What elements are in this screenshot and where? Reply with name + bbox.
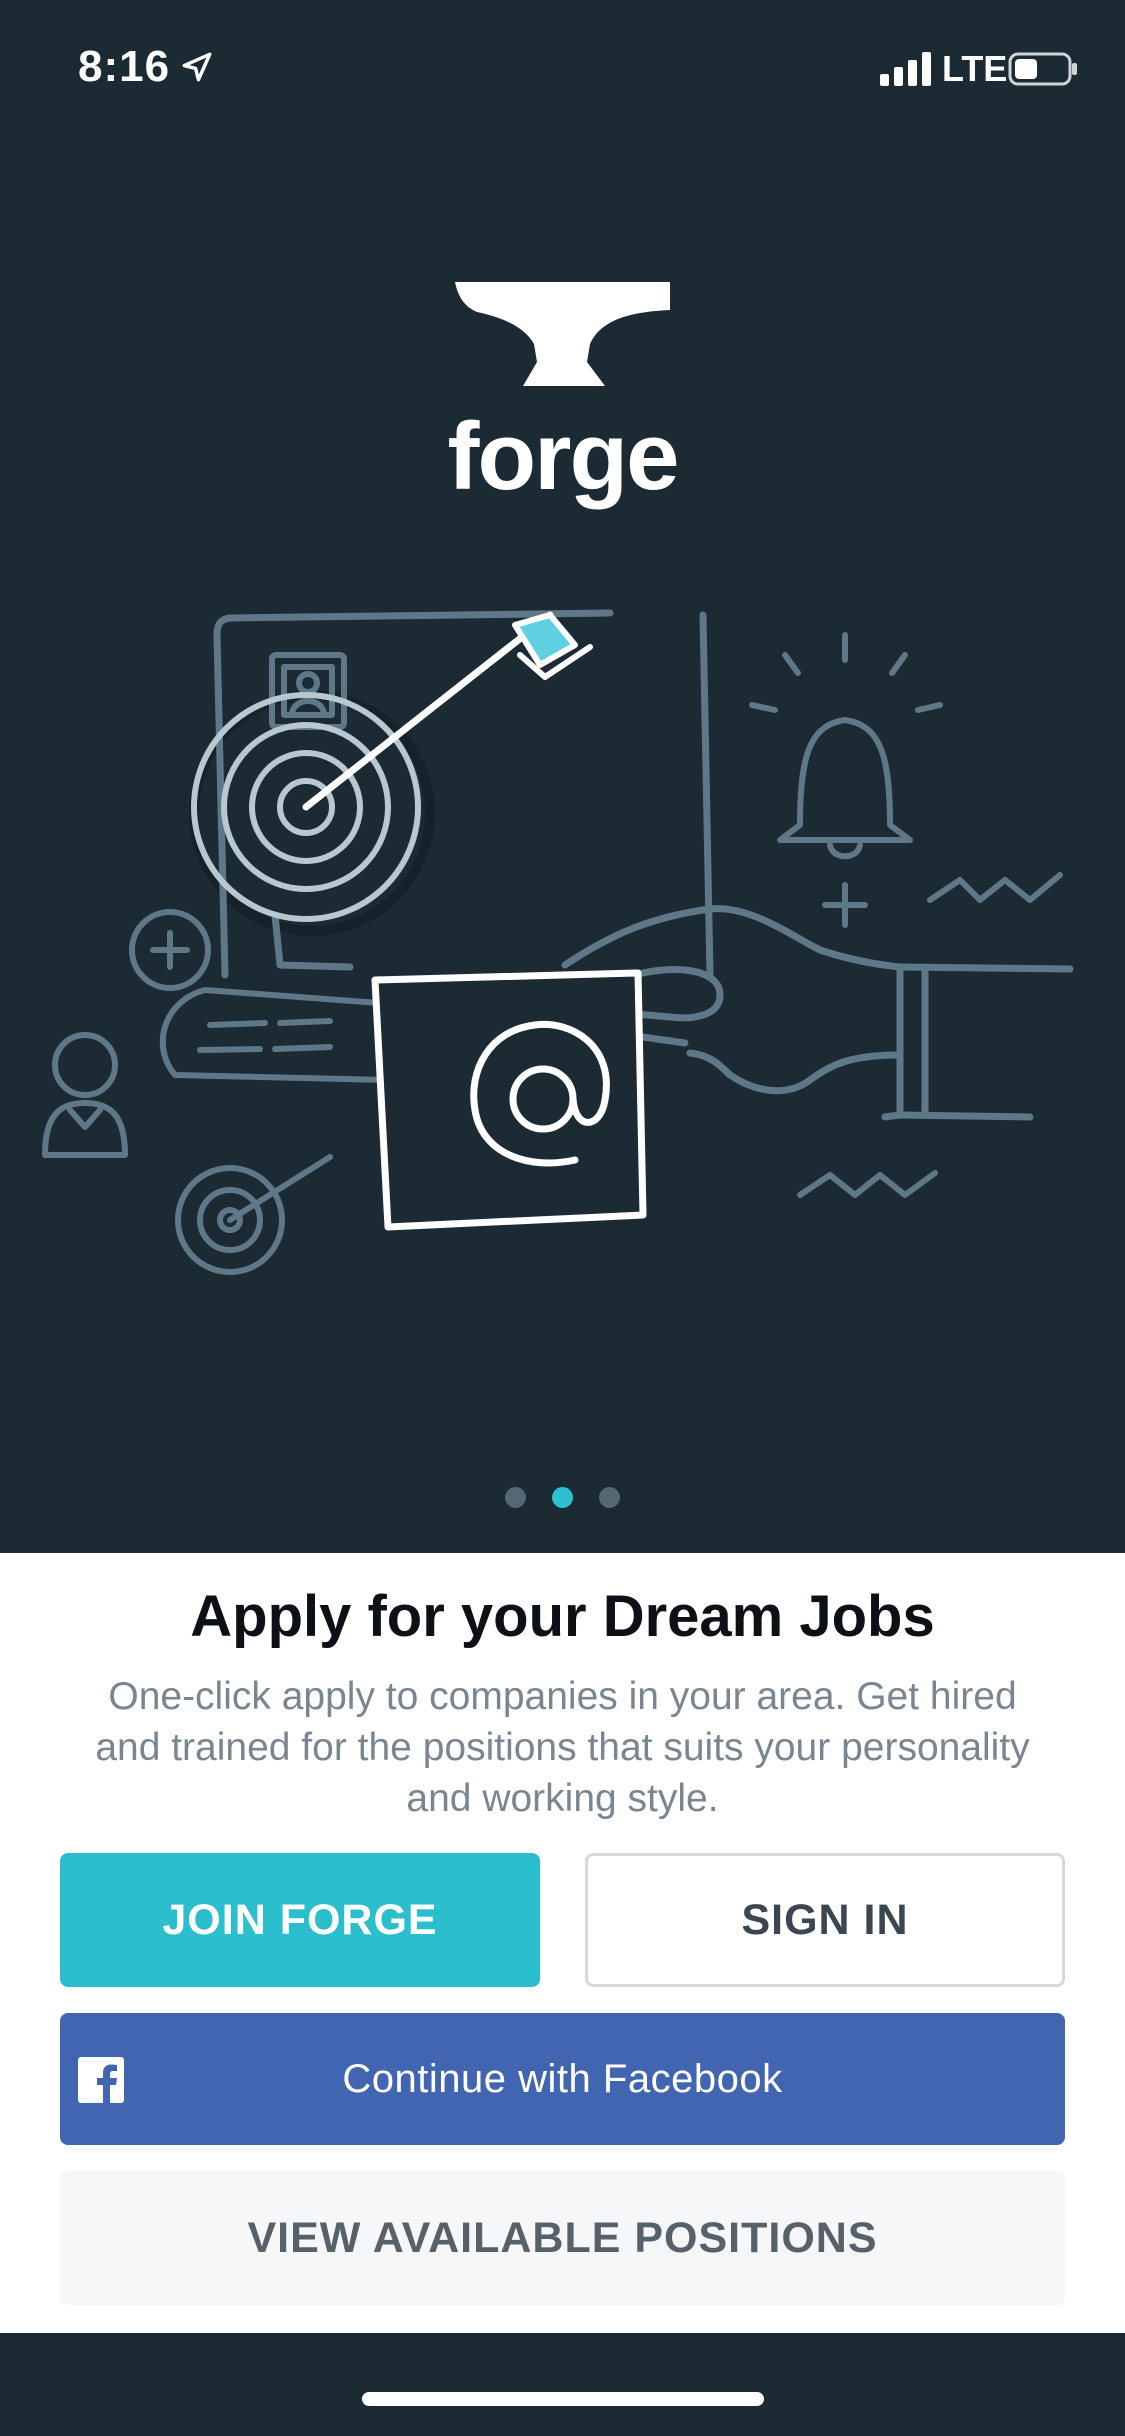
facebook-label: Continue with Facebook: [342, 2056, 783, 2101]
target-arrow-icon: [191, 611, 593, 922]
profile-card-icon: [269, 652, 347, 730]
cellular-signal-icon: [880, 52, 931, 86]
join-forge-label: JOIN FORGE: [162, 1895, 438, 1944]
continue-with-facebook-button[interactable]: Continue with Facebook: [60, 2013, 1065, 2145]
sign-in-button[interactable]: SIGN IN: [585, 1853, 1065, 1987]
brand-wordmark: forge: [447, 403, 680, 510]
location-arrow-icon: [182, 52, 212, 82]
network-type: LTE: [942, 48, 1008, 89]
status-bar: 8:16 LTE: [0, 0, 1125, 140]
carousel-indicator: [0, 1487, 1125, 1511]
view-available-positions-button[interactable]: VIEW AVAILABLE POSITIONS: [60, 2171, 1065, 2305]
anvil-icon: [455, 282, 670, 386]
person-icon: [42, 1032, 128, 1158]
onboarding-description: One-click apply to companies in your are…: [95, 1675, 1030, 1820]
keyboard-icon: [159, 987, 408, 1083]
battery-icon: [1008, 52, 1077, 86]
zigzag-decoration: [797, 872, 1063, 1198]
carousel-dot-3[interactable]: [599, 1487, 620, 1508]
status-time: 8:16: [78, 42, 171, 91]
onboarding-sheet: Apply for your Dream Jobs One-click appl…: [0, 1553, 1125, 2333]
home-indicator[interactable]: [362, 2392, 764, 2406]
job-application-illustration: [42, 609, 1074, 1275]
onboarding-screen: 8:16 LTE forge Apply for your Dream Jobs…: [0, 0, 1125, 2436]
email-at-icon: [371, 969, 647, 1231]
facebook-icon: [78, 2057, 124, 2103]
sign-in-label: SIGN IN: [741, 1895, 909, 1944]
view-positions-label: VIEW AVAILABLE POSITIONS: [247, 2213, 878, 2262]
onboarding-title: Apply for your Dream Jobs: [190, 1584, 935, 1649]
small-target-icon: [175, 1154, 333, 1275]
carousel-dot-1[interactable]: [505, 1487, 526, 1508]
join-forge-button[interactable]: JOIN FORGE: [60, 1853, 540, 1987]
bell-icon: [749, 632, 943, 860]
carousel-dot-2-active[interactable]: [552, 1487, 573, 1508]
